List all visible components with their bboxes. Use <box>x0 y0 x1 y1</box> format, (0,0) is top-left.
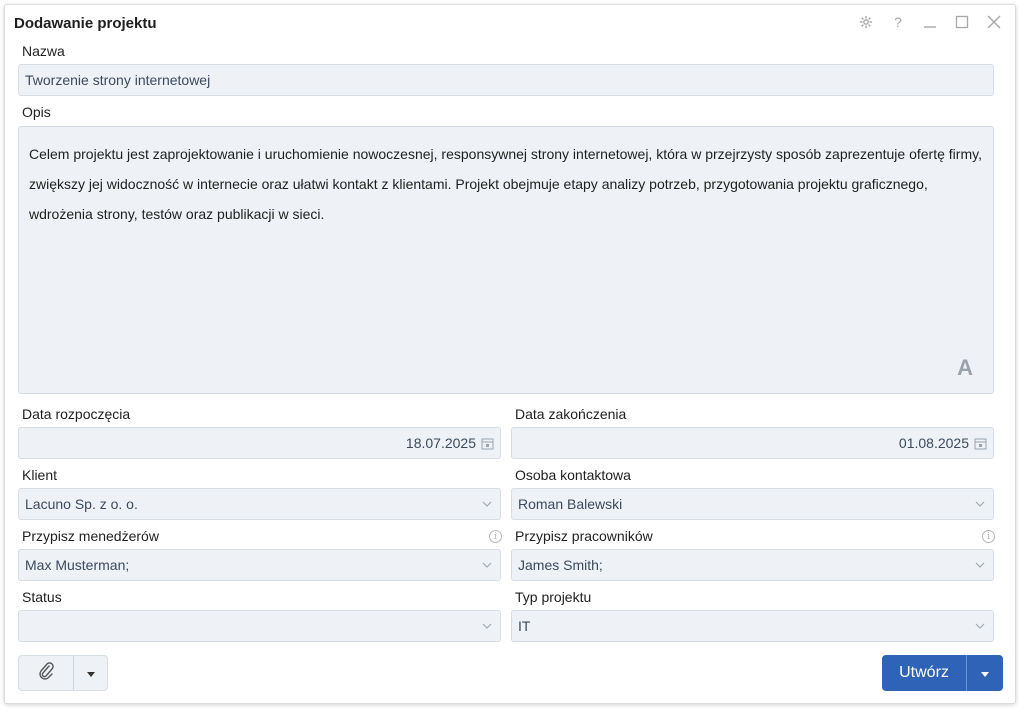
start-date-input[interactable]: 18.07.2025 <box>18 427 501 459</box>
add-project-dialog: Dodawanie projektu ? Nazwa Tworzenie str… <box>4 4 1016 704</box>
chevron-down-icon <box>480 558 494 572</box>
name-input[interactable]: Tworzenie strony internetowej <box>18 64 994 96</box>
create-button[interactable]: Utwórz <box>882 655 967 691</box>
name-label: Nazwa <box>22 43 65 59</box>
name-value: Tworzenie strony internetowej <box>25 72 211 88</box>
maximize-icon[interactable] <box>953 13 971 31</box>
question-icon[interactable]: ? <box>889 13 907 31</box>
project-type-value: IT <box>518 618 531 634</box>
end-date-label: Data zakończenia <box>515 406 627 422</box>
client-value: Lacuno Sp. z o. o. <box>25 496 138 512</box>
managers-value: Max Musterman; <box>25 557 130 573</box>
status-label: Status <box>22 589 62 605</box>
client-select[interactable]: Lacuno Sp. z o. o. <box>18 488 501 520</box>
caret-down-icon <box>981 664 989 682</box>
create-button-group: Utwórz <box>882 655 1003 691</box>
info-icon[interactable]: i <box>982 530 995 543</box>
chevron-down-icon <box>480 619 494 633</box>
chevron-down-icon <box>973 497 987 511</box>
end-date-value: 01.08.2025 <box>898 435 969 451</box>
minimize-icon[interactable] <box>921 13 939 31</box>
employees-value: James Smith; <box>518 557 603 573</box>
contact-label: Osoba kontaktowa <box>515 467 631 483</box>
project-type-label: Typ projektu <box>515 589 592 605</box>
chevron-down-icon <box>480 497 494 511</box>
contact-select[interactable]: Roman Balewski <box>511 488 994 520</box>
font-icon[interactable]: A <box>957 353 973 383</box>
project-type-select[interactable]: IT <box>511 610 994 642</box>
dialog-title: Dodawanie projektu <box>14 15 157 32</box>
attach-dropdown-button[interactable] <box>74 656 107 690</box>
description-label: Opis <box>22 104 51 120</box>
start-date-value: 18.07.2025 <box>405 435 476 451</box>
client-label: Klient <box>22 467 58 483</box>
end-date-input[interactable]: 01.08.2025 <box>511 427 994 459</box>
description-value: Celem projektu jest zaprojektowanie i ur… <box>29 146 982 222</box>
start-date-label: Data rozpoczęcia <box>22 406 131 422</box>
managers-select[interactable]: Max Musterman; <box>18 549 501 581</box>
chevron-down-icon <box>973 619 987 633</box>
close-icon[interactable] <box>985 13 1003 31</box>
window-controls: ? <box>857 13 1003 31</box>
gear-icon[interactable] <box>857 13 875 31</box>
contact-value: Roman Balewski <box>518 496 623 512</box>
status-select[interactable] <box>18 610 501 642</box>
employees-label: Przypisz pracowników <box>515 528 653 544</box>
caret-down-icon <box>86 664 95 682</box>
chevron-down-icon <box>973 558 987 572</box>
create-dropdown-button[interactable] <box>967 655 1003 691</box>
info-icon[interactable]: i <box>489 530 502 543</box>
calendar-icon[interactable] <box>973 436 987 450</box>
calendar-icon[interactable] <box>480 436 494 450</box>
employees-select[interactable]: James Smith; <box>511 549 994 581</box>
attach-button[interactable] <box>19 656 74 690</box>
managers-label: Przypisz menedżerów <box>22 528 159 544</box>
paperclip-icon <box>38 661 54 685</box>
attach-button-group <box>18 655 108 691</box>
description-textarea[interactable]: Celem projektu jest zaprojektowanie i ur… <box>18 126 994 394</box>
